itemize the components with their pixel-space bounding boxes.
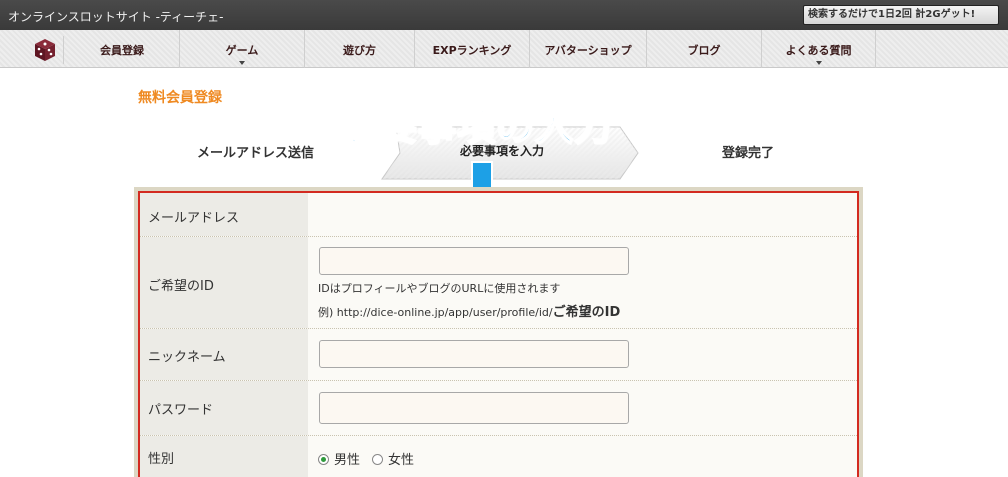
gender-option-female[interactable]: 女性 — [372, 449, 414, 468]
nav-item-label: よくある質問 — [785, 44, 852, 57]
form-row-email: メールアドレス — [140, 193, 857, 237]
search-promo-button[interactable]: 検索するだけで1日2回 計2Gゲット! — [803, 5, 999, 25]
nav-item-blog[interactable]: ブログ — [647, 30, 762, 68]
user-id-example: 例) http://dice-online.jp/app/user/profil… — [318, 301, 620, 320]
email-value-cell — [308, 193, 857, 236]
password-field-cell — [308, 381, 857, 435]
nickname-field-cell — [308, 329, 857, 380]
user-id-input[interactable] — [319, 247, 629, 275]
step-complete: 登録完了 — [722, 146, 775, 161]
user-id-field-cell: IDはプロフィールやブログのURLに使用されます 例) http://dice-… — [308, 237, 857, 328]
page-title: 無料会員登録 — [138, 90, 222, 106]
user-id-label: ご希望のID — [148, 279, 214, 294]
gender-option-label: 男性 — [334, 453, 361, 468]
nav-item-label: EXPランキング — [432, 44, 512, 57]
form-row-password: パスワード — [140, 381, 857, 436]
gender-label: 性別 — [148, 452, 175, 467]
dice-logo-icon — [35, 39, 55, 61]
radio-selected-icon[interactable] — [318, 454, 329, 465]
radio-unselected-icon[interactable] — [372, 454, 383, 465]
user-id-hint: IDはプロフィールやブログのURLに使用されます — [318, 282, 561, 295]
top-bar: オンラインスロットサイト -ティーチェ- 検索するだけで1日2回 計2Gゲット! — [0, 0, 1008, 30]
nav-item-label: 遊び方 — [343, 44, 376, 57]
nickname-input[interactable] — [319, 340, 629, 368]
nav-item-avatar-shop[interactable]: アバターショップ — [530, 30, 647, 68]
user-id-example-emphasis: ご希望のID — [552, 305, 621, 320]
row-label-cell: メールアドレス — [140, 193, 308, 236]
row-label-cell: ニックネーム — [140, 329, 308, 380]
caret-down-icon — [239, 61, 245, 65]
user-id-example-url: 例) http://dice-online.jp/app/user/profil… — [318, 306, 553, 319]
email-label: メールアドレス — [148, 211, 240, 226]
row-label-cell: ご希望のID — [140, 237, 308, 328]
main-nav: 会員登録 ゲーム 遊び方 EXPランキング アバターショップ ブログ よくある質… — [0, 30, 1008, 68]
nav-item-label: アバターショップ — [544, 44, 632, 57]
nav-item-game[interactable]: ゲーム — [180, 30, 305, 68]
nav-item-exp-ranking[interactable]: EXPランキング — [415, 30, 530, 68]
nickname-label: ニックネーム — [148, 350, 226, 365]
password-input[interactable] — [319, 392, 629, 424]
registration-form: メールアドレス ご希望のID IDはプロフィールやブログのURLに使用されます … — [138, 191, 859, 477]
site-title[interactable]: オンラインスロットサイト -ティーチェ- — [8, 8, 224, 25]
gender-option-male[interactable]: 男性 — [318, 449, 360, 468]
form-row-nickname: ニックネーム — [140, 329, 857, 381]
overlay-annotation-title: 必要事項の入力 — [339, 104, 614, 150]
gender-option-label: 女性 — [388, 453, 415, 468]
home-logo[interactable] — [24, 36, 64, 64]
nav-item-label: 会員登録 — [100, 44, 144, 57]
nav-item-register[interactable]: 会員登録 — [65, 30, 180, 68]
form-row-user-id: ご希望のID IDはプロフィールやブログのURLに使用されます 例) http:… — [140, 237, 857, 329]
nav-item-faq[interactable]: よくある質問 — [762, 30, 876, 68]
nav-item-label: ブログ — [687, 44, 721, 57]
row-label-cell: パスワード — [140, 381, 308, 435]
gender-field-cell: 男性 女性 — [308, 436, 857, 477]
form-row-gender: 性別 男性 女性 — [140, 436, 857, 477]
step-email-sent: メールアドレス送信 — [197, 146, 315, 161]
row-label-cell: 性別 — [140, 436, 308, 477]
password-label: パスワード — [148, 403, 214, 418]
nav-item-howto[interactable]: 遊び方 — [305, 30, 415, 68]
nav-item-label: ゲーム — [225, 44, 259, 57]
caret-down-icon — [815, 61, 822, 65]
